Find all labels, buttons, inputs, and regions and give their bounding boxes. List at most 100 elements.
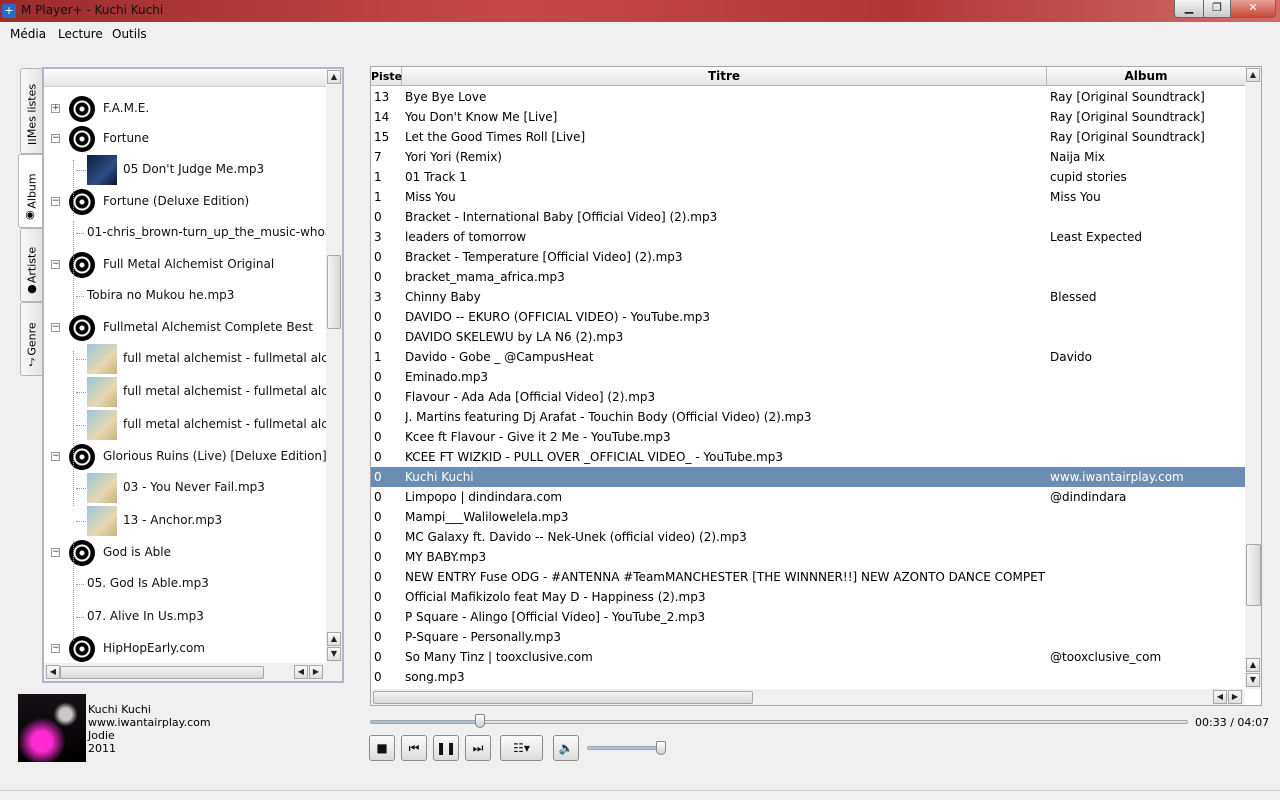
tree-album-node[interactable]: − Fullmetal Alchemist Complete Best (44, 315, 326, 341)
tree-track-node[interactable]: full metal alchemist - fullmetal alchem (44, 410, 342, 440)
list-scroll-thumb[interactable] (1246, 544, 1261, 606)
pause-button[interactable]: ❚❚ (433, 735, 459, 761)
track-row[interactable]: 0 Bracket - Temperature [Official Video] … (371, 247, 1245, 267)
track-row[interactable]: 0 P Square - Alingo [Official Video] - Yo… (371, 607, 1245, 627)
track-row[interactable]: 0 Eminado.mp3 (371, 367, 1245, 387)
track-row[interactable]: 7 Yori Yori (Remix) Naija Mix (371, 147, 1245, 167)
tree-album-node[interactable]: − Glorious Ruins (Live) [Deluxe Edition] (44, 444, 327, 470)
track-row[interactable]: 3 leaders of tomorrow Least Expected (371, 227, 1245, 247)
track-row[interactable]: 0 Official Mafikizolo feat May D - Happin… (371, 587, 1245, 607)
expand-toggle-icon[interactable]: + (51, 104, 60, 113)
next-button[interactable]: ⏭ (465, 735, 491, 761)
mute-button[interactable]: 🔈 (553, 735, 579, 761)
list-scroll-up-button-2[interactable]: ▲ (1246, 658, 1260, 672)
track-row[interactable]: 0 Limpopo | dindindara.com @dindindara (371, 487, 1245, 507)
tree-scroll-right-button[interactable]: ▶ (309, 665, 323, 679)
column-header-titre[interactable]: Titre (402, 67, 1047, 86)
tree-scroll-up-button[interactable]: ▲ (327, 70, 341, 84)
column-header-album[interactable]: Album (1047, 67, 1246, 86)
track-row[interactable]: 0 So Many Tinz | tooxclusive.com @tooxclus… (371, 647, 1245, 667)
track-row[interactable]: 0 Bracket - International Baby [Official … (371, 207, 1245, 227)
track-album-cell: Ray [Original Soundtrack] (1050, 90, 1205, 104)
expand-toggle-icon[interactable]: − (51, 197, 60, 206)
maximize-button[interactable]: ❐ (1203, 0, 1231, 18)
tree-album-node[interactable]: − Fortune (Deluxe Edition) (44, 189, 326, 215)
track-row[interactable]: 0 DAVIDO SKELEWU by LA N6 (2).mp3 (371, 327, 1245, 347)
tree-track-node[interactable]: 01-chris_brown-turn_up_the_music-whoa.mp (44, 221, 342, 245)
tree-scroll-left-button-2[interactable]: ◀ (294, 665, 308, 679)
track-row[interactable]: 0 J. Martins featuring Dj Arafat - Touchi… (371, 407, 1245, 427)
track-row[interactable]: 0 KCEE FT WIZKID - PULL OVER _OFFICIAL VI… (371, 447, 1245, 467)
menu-media[interactable]: Média (10, 27, 46, 41)
track-row[interactable]: 0 Mampi___Walilowelela.mp3 (371, 507, 1245, 527)
list-scroll-right-button[interactable]: ▶ (1228, 690, 1242, 704)
tree-track-node[interactable]: 05. God Is Able.mp3 (44, 572, 326, 596)
track-row[interactable]: 0 Flavour - Ada Ada [Official Video] (2).… (371, 387, 1245, 407)
tree-scroll-down-button[interactable]: ▼ (327, 647, 341, 661)
tree-album-node[interactable]: − Full Metal Alchemist Original (44, 252, 326, 278)
view-mode-button[interactable]: ☷▾ (500, 735, 543, 761)
track-row[interactable]: 0 song.mp3 (371, 667, 1245, 687)
track-row[interactable]: 0 MY BABY.mp3 (371, 547, 1245, 567)
track-row[interactable]: 0 Kcee ft Flavour - Give it 2 Me - YouTub… (371, 427, 1245, 447)
track-row[interactable]: 0 MC Galaxy ft. Davido -- Nek-Unek (offic… (371, 527, 1245, 547)
album-tree[interactable]: + F.A.M.E. − Fortune 05 Don't Judge Me.mp3 − F… (42, 67, 344, 683)
tree-hscroll-thumb[interactable] (60, 666, 264, 679)
tree-album-node[interactable]: − HipHopEarly.com (44, 636, 326, 662)
tab-mes-listes[interactable]: Mes listes ☰ (20, 68, 42, 154)
tree-album-node[interactable]: + F.A.M.E. (44, 96, 326, 122)
seek-handle[interactable] (475, 714, 486, 728)
column-header-piste[interactable]: Piste (371, 67, 402, 86)
menu-outils[interactable]: Outils (112, 27, 147, 41)
track-row[interactable]: 1 Davido - Gobe _ @CampusHeat Davido (371, 347, 1245, 367)
track-row-selected[interactable]: 0 Kuchi Kuchi www.iwantairplay.com (371, 467, 1245, 487)
tree-album-node[interactable]: − God is Able (44, 540, 326, 566)
volume-slider[interactable] (587, 746, 665, 750)
tree-scroll-thumb[interactable] (327, 255, 341, 329)
tree-track-node[interactable]: 03 - You Never Fail.mp3 (44, 473, 326, 503)
tree-track-node[interactable]: Tobira no Mukou he.mp3 (44, 284, 326, 308)
tab-album[interactable]: Album ◉ (18, 154, 44, 228)
tree-vscrollbar[interactable] (326, 69, 342, 663)
tree-scroll-left-button[interactable]: ◀ (46, 665, 60, 679)
tree-album-node[interactable]: − Fortune (44, 126, 326, 152)
track-row[interactable]: 1 Miss You Miss You (371, 187, 1245, 207)
tree-track-node[interactable]: 13 - Anchor.mp3 (44, 506, 326, 536)
expand-toggle-icon[interactable]: − (51, 134, 60, 143)
tab-genre[interactable]: Genre ♪ (20, 302, 42, 376)
expand-toggle-icon[interactable]: − (51, 548, 60, 557)
track-row[interactable]: 13 Bye Bye Love Ray [Original Soundtrack] (371, 87, 1245, 107)
tree-track-node[interactable]: full metal alchemist - fullmetal alchem (44, 344, 342, 374)
track-list[interactable]: Piste Titre Album 13 Bye Bye Love Ray [Ori… (370, 66, 1262, 706)
track-row[interactable]: 15 Let the Good Times Roll [Live] Ray [Ori… (371, 127, 1245, 147)
list-hscroll-thumb[interactable] (373, 691, 753, 704)
track-row[interactable]: 1 01 Track 1 cupid stories (371, 167, 1245, 187)
volume-handle[interactable] (656, 741, 667, 755)
list-view-icon: ☷▾ (513, 741, 530, 755)
expand-toggle-icon[interactable]: − (51, 452, 60, 461)
track-row[interactable]: 0 NEW ENTRY Fuse ODG - #ANTENNA #TeamMANC… (371, 567, 1245, 587)
expand-toggle-icon[interactable]: − (51, 323, 60, 332)
menu-lecture[interactable]: Lecture (58, 27, 103, 41)
track-piste-cell: 14 (374, 110, 390, 124)
track-row[interactable]: 0 bracket_mama_africa.mp3 (371, 267, 1245, 287)
track-row[interactable]: 0 P-Square - Personally.mp3 (371, 627, 1245, 647)
close-button[interactable]: ✕ (1230, 0, 1276, 18)
list-scroll-down-button[interactable]: ▼ (1246, 673, 1260, 687)
stop-button[interactable]: ■ (369, 735, 395, 761)
expand-toggle-icon[interactable]: − (51, 260, 60, 269)
minimize-button[interactable]: ▁ (1174, 0, 1204, 18)
track-row[interactable]: 14 You Don't Know Me [Live] Ray [Original … (371, 107, 1245, 127)
list-scroll-up-button[interactable]: ▲ (1246, 68, 1260, 82)
tree-track-node[interactable]: 07. Alive In Us.mp3 (44, 605, 326, 629)
list-scroll-left-button[interactable]: ◀ (1213, 690, 1227, 704)
previous-button[interactable]: ⏮ (401, 735, 427, 761)
tree-track-node[interactable]: 05 Don't Judge Me.mp3 (44, 155, 326, 185)
track-row[interactable]: 3 Chinny Baby Blessed (371, 287, 1245, 307)
tab-artiste[interactable]: Artiste ● (20, 228, 42, 302)
tree-scroll-up-button-2[interactable]: ▲ (327, 632, 341, 646)
tree-track-node[interactable]: full metal alchemist - fullmetal alchem (44, 377, 342, 407)
seek-bar[interactable] (370, 720, 1188, 724)
expand-toggle-icon[interactable]: − (51, 644, 60, 653)
track-row[interactable]: 0 DAVIDO -- EKURO (OFFICIAL VIDEO) - YouT… (371, 307, 1245, 327)
